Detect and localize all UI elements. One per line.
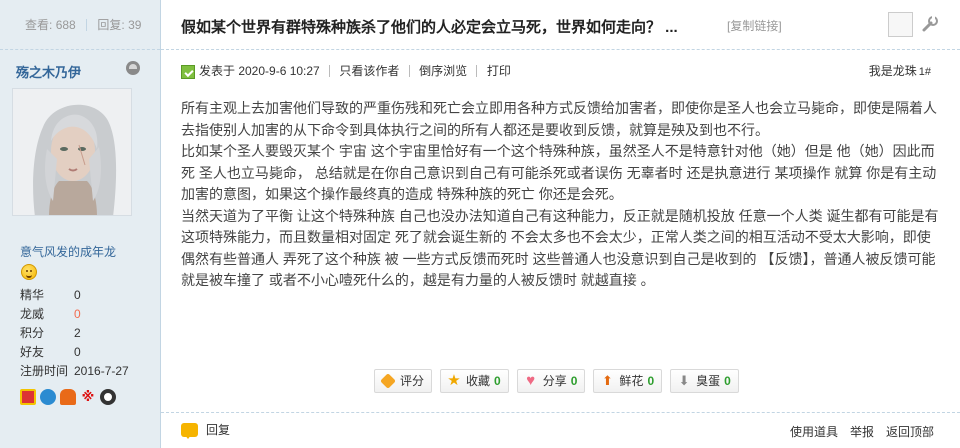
profile-row: 龙威 0 [20, 305, 150, 324]
wrench-icon[interactable] [920, 14, 940, 34]
post-time: 发表于 2020-9-6 10:27 [199, 64, 320, 78]
medal-red-badge-icon[interactable] [20, 389, 36, 405]
profile-key: 龙威 [20, 307, 45, 321]
smiley-icon [21, 264, 37, 280]
author-username[interactable]: 殇之木乃伊 [16, 62, 81, 81]
egg-button[interactable]: ⬇ 臭蛋 0 [670, 369, 739, 393]
thread-header: 假如某个世界有群特殊种族杀了他们的人必定会立马死，世界如何走向？ ... [复制… [161, 0, 960, 50]
favorite-label: 收藏 [466, 374, 491, 388]
reply-label: 回复 [206, 423, 231, 437]
medal-blue-badge-icon[interactable] [40, 389, 56, 405]
share-button[interactable]: ♥ 分享 0 [516, 369, 586, 393]
online-status-icon[interactable] [126, 61, 140, 75]
profile-value: 2016-7-27 [74, 364, 129, 378]
post-meta: 发表于 2020-9-6 10:27 只看该作者 倒序浏览 打印 我是龙珠 1# [161, 58, 960, 82]
flower-up-icon: ⬆ [601, 373, 613, 388]
meta-divider [329, 65, 331, 77]
egg-down-icon: ⬇ [678, 373, 690, 388]
favorite-count: 0 [494, 374, 501, 388]
rate-icon [380, 373, 396, 389]
thread-stats: 查看: 688 回复: 39 [0, 0, 160, 50]
flower-button[interactable]: ⬆ 鲜花 0 [593, 369, 663, 393]
use-item-link[interactable]: 使用道具 [790, 423, 838, 440]
egg-count: 0 [724, 374, 731, 388]
profile-key[interactable]: 好友 [20, 343, 74, 362]
back-to-top-link[interactable]: 返回顶部 [886, 423, 934, 440]
profile-key[interactable]: 精华 [20, 286, 74, 305]
floor-number[interactable]: 1# [919, 66, 931, 78]
post-paragraph: 所有主观上去加害他们导致的严重伤残和死亡会立即用各种方式反馈给加害者，即使你是圣… [181, 100, 937, 138]
report-link[interactable]: 举报 [850, 423, 874, 440]
blank-button[interactable] [888, 12, 913, 37]
meta-divider [408, 65, 410, 77]
meta-divider [476, 65, 478, 77]
thread-title: 假如某个世界有群特殊种族杀了他们的人必定会立马死，世界如何走向？ ... [181, 19, 678, 36]
stats-divider [86, 19, 88, 31]
floor-label[interactable]: 我是龙珠 1# [869, 59, 931, 84]
views-label: 查看: [25, 18, 53, 32]
post-content: 所有主观上去加害他们导致的严重伤残和死亡会立即用各种方式反馈给加害者，即使你是圣… [181, 98, 941, 292]
medal-eye-icon[interactable] [100, 389, 116, 405]
medal-list: ※ [20, 389, 116, 405]
avatar[interactable] [12, 88, 132, 216]
profile-row: 好友 0 [20, 343, 150, 362]
reverse-order-link[interactable]: 倒序浏览 [419, 64, 467, 78]
print-link[interactable]: 打印 [487, 64, 511, 78]
profile-row: 注册时间 2016-7-27 [20, 362, 150, 381]
profile-value: 0 [74, 307, 81, 321]
star-icon: ★ [447, 372, 461, 389]
avatar-image [13, 89, 131, 215]
profile-key[interactable]: 积分 [20, 324, 74, 343]
reply-button[interactable]: 回复 [181, 421, 231, 439]
author-sidebar: 查看: 688 回复: 39 殇之木乃伊 意气风发的成年龙 精华 0 龙威 0 … [0, 0, 161, 448]
only-author-link[interactable]: 只看该作者 [339, 64, 399, 78]
footer-links: 使用道具 举报 返回顶部 [790, 423, 934, 440]
share-label: 分享 [542, 374, 567, 388]
post-main: 假如某个世界有群特殊种族杀了他们的人必定会立马死，世界如何走向？ ... [复制… [161, 0, 960, 448]
profile-value[interactable]: 0 [74, 286, 81, 305]
favorite-button[interactable]: ★ 收藏 0 [440, 369, 509, 393]
post-author-icon [181, 65, 195, 79]
profile-key: 注册时间 [20, 364, 69, 378]
copy-link[interactable]: [复制链接] [727, 17, 782, 34]
replies-count: 39 [128, 18, 142, 32]
profile-row: 积分 2 [20, 324, 150, 343]
floor-name[interactable]: 我是龙珠 [869, 64, 917, 78]
user-group[interactable]: 意气风发的成年龙 [20, 243, 116, 260]
profile-info: 精华 0 龙威 0 积分 2 好友 0 注册时间 2016-7-27 [20, 286, 150, 381]
profile-value[interactable]: 2 [74, 324, 81, 343]
medal-red-glyph-icon[interactable]: ※ [80, 389, 96, 405]
medal-orange-badge-icon[interactable] [60, 389, 76, 405]
post-paragraph: 当然天道为了平衡 让这个特殊种族 自己也没办法知道自己有这种能力，反正就是随机投… [181, 207, 939, 289]
reply-icon [181, 422, 198, 439]
flower-label: 鲜花 [619, 374, 644, 388]
views-count: 688 [55, 18, 76, 32]
rate-button[interactable]: 评分 [374, 369, 433, 393]
profile-value[interactable]: 0 [74, 343, 81, 362]
rate-label: 评分 [400, 374, 425, 388]
footer-divider [161, 412, 960, 413]
post-paragraph: 比如某个圣人要毁灭某个 宇宙 这个宇宙里恰好有一个这个特殊种族，虽然圣人不是特意… [181, 143, 937, 202]
flower-count: 0 [647, 374, 655, 388]
profile-row: 精华 0 [20, 286, 150, 305]
replies-label: 回复: [97, 18, 125, 32]
share-count: 0 [570, 374, 578, 388]
heart-icon: ♥ [526, 372, 536, 389]
egg-label: 臭蛋 [696, 374, 721, 388]
post-actions: 评分 ★ 收藏 0 ♥ 分享 0 ⬆ 鲜花 0 ⬇ 臭蛋 0 [374, 369, 739, 393]
